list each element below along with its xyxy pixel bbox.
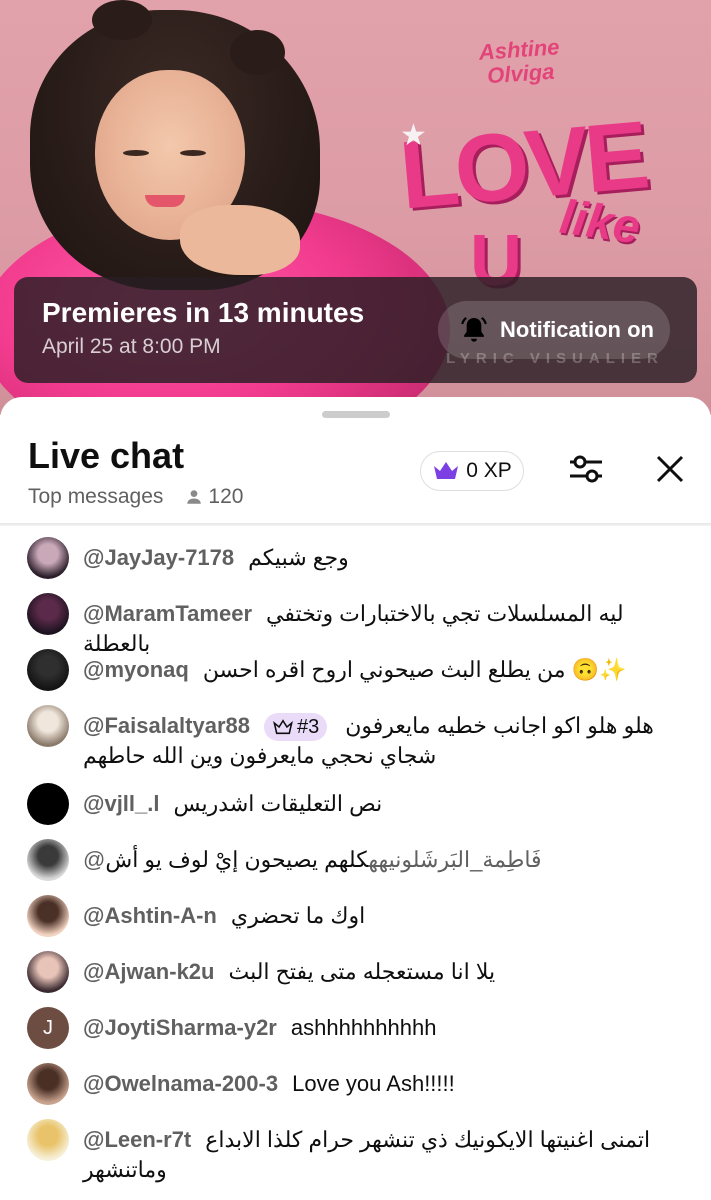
message-body: @Owelnama-200-3 Love you Ash!!!!! — [83, 1069, 683, 1099]
message-author[interactable]: @Ashtin-A-n — [83, 903, 217, 928]
header-divider — [0, 523, 711, 526]
message-author[interactable]: @MaramTameer — [83, 601, 252, 626]
top-messages-filter[interactable]: Top messages — [28, 485, 163, 509]
message-author[interactable]: @vjll_.l — [83, 791, 159, 816]
message-body: @JayJay-7178 وجع شبيكم — [83, 543, 683, 573]
rank-badge-label: #3 — [297, 716, 320, 739]
message-text: نص التعليقات اشدريس — [173, 791, 383, 816]
thumbnail-art-mouth — [145, 195, 185, 207]
message-text: يلا انا مستعجله متى يفتح البث — [228, 959, 496, 984]
message-text: اوك ما تحضري — [230, 903, 366, 928]
artist-logo: Ashtine Olviga — [478, 34, 561, 89]
message-body: @Faisalaltyar88 #3 هلو هلو اكو اجانب خطيه … — [83, 711, 683, 771]
avatar[interactable] — [27, 1119, 69, 1161]
message-body: @myonaq من يطلع البث صيحوني اروح اقره احس… — [83, 655, 683, 685]
avatar-letter: J — [43, 1016, 53, 1039]
avatar[interactable] — [27, 951, 69, 993]
thumbnail-art-bun-right — [230, 30, 285, 75]
premiere-title: Premieres in 13 minutes — [42, 297, 365, 328]
live-chat-title: Live chat — [28, 435, 185, 476]
chat-settings-sliders-icon[interactable] — [566, 449, 606, 489]
message-body: @MaramTameer ليه المسلسلات تجي بالاختبارا… — [83, 599, 683, 659]
crown-icon — [434, 462, 459, 479]
message-text: من يطلع البث صيحوني اروح اقره احسن 🙃✨ — [202, 657, 627, 682]
message-author[interactable]: @myonaq — [83, 657, 189, 682]
xp-chip[interactable]: 0 XP — [420, 451, 524, 491]
message-body: @Leen-r7t اتمنى اغنيتها الايكونيك ذي تنشه… — [83, 1125, 683, 1185]
message-body: @vjll_.l نص التعليقات اشدريس — [83, 789, 683, 819]
message-author[interactable]: @Ajwan-k2u — [83, 959, 214, 984]
message-text: ashhhhhhhhhh — [290, 1015, 437, 1040]
bell-ringing-icon — [461, 317, 487, 342]
avatar[interactable] — [27, 839, 69, 881]
message-author[interactable]: @JayJay-7178 — [83, 545, 234, 570]
message-body: @JoytiSharma-y2r ashhhhhhhhhh — [83, 1013, 683, 1043]
watermark-text: LYRIC VISUALIER — [446, 350, 664, 367]
message-author[interactable]: @Owelnama-200-3 — [83, 1071, 278, 1096]
avatar[interactable] — [27, 1063, 69, 1105]
avatar[interactable] — [27, 895, 69, 937]
avatar[interactable] — [27, 649, 69, 691]
message-body: @Ashtin-A-n اوك ما تحضري — [83, 901, 683, 931]
notification-label: Notification on — [500, 317, 654, 342]
avatar[interactable]: J — [27, 1007, 69, 1049]
star-icon: ★ — [400, 119, 427, 152]
close-icon[interactable] — [650, 449, 690, 489]
chat-filter-row: Top messages 120 — [28, 485, 243, 509]
avatar[interactable] — [27, 705, 69, 747]
crown-outline-icon — [273, 719, 293, 735]
avatar[interactable] — [27, 593, 69, 635]
message-author[interactable]: @Faisalaltyar88 — [83, 713, 250, 738]
message-text: كلهم يصيحون إيْ لوف يو أش — [105, 847, 369, 872]
message-body: @فَاطِمة_البَرشَلونيههكلهم يصيحون إيْ لو… — [83, 845, 683, 875]
live-chat-panel: Live chat Top messages 120 0 XP @JayJay-… — [0, 397, 711, 1200]
drag-handle[interactable] — [322, 411, 390, 418]
title-logo-like: like — [556, 190, 644, 255]
person-icon — [187, 490, 202, 504]
video-thumbnail[interactable]: Ashtine Olviga LOVE ★ like U Premieres i… — [0, 0, 711, 415]
message-text: وجع شبيكم — [248, 545, 349, 570]
premiere-date: April 25 at 8:00 PM — [42, 335, 221, 358]
thumbnail-art-hand — [180, 205, 300, 275]
rank-badge: #3 — [264, 713, 328, 742]
message-body: @Ajwan-k2u يلا انا مستعجله متى يفتح البث — [83, 957, 683, 987]
avatar[interactable] — [27, 783, 69, 825]
xp-label: 0 XP — [466, 459, 512, 482]
thumbnail-art-eye-right — [180, 150, 206, 156]
message-author[interactable]: @JoytiSharma-y2r — [83, 1015, 277, 1040]
viewer-count: 120 — [185, 485, 243, 509]
thumbnail-art-bun-left — [92, 0, 152, 40]
thumbnail-art-eye-left — [123, 150, 149, 156]
message-text: Love you Ash!!!!! — [292, 1071, 455, 1096]
avatar[interactable] — [27, 537, 69, 579]
message-author[interactable]: @Leen-r7t — [83, 1127, 191, 1152]
viewer-count-value: 120 — [208, 485, 244, 508]
